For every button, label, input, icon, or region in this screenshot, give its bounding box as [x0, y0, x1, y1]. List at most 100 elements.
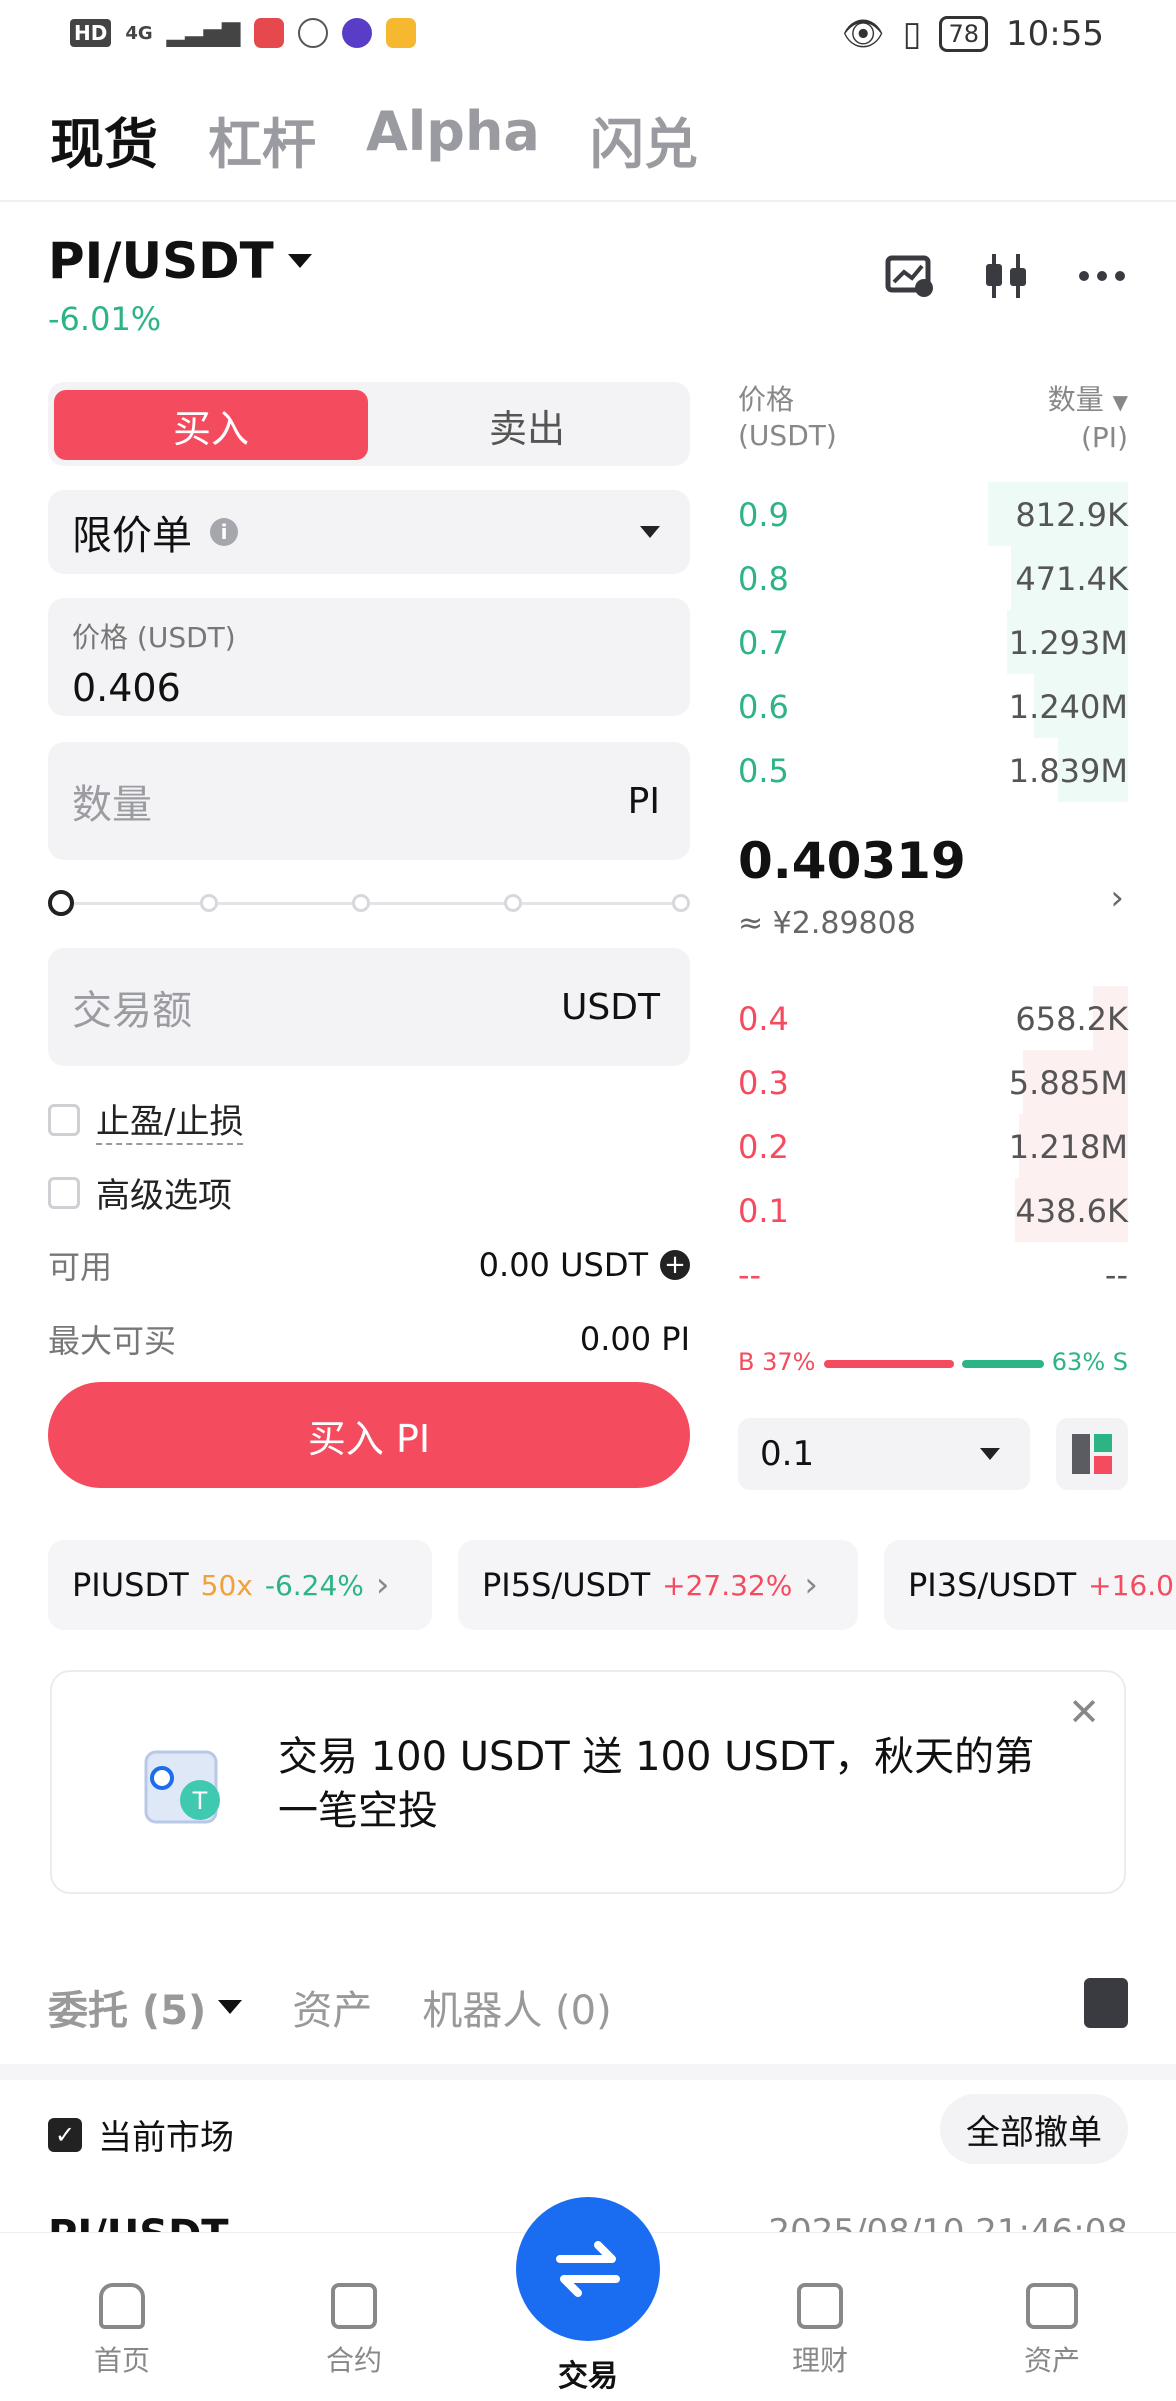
- ask-row[interactable]: 0.7 1.293M: [738, 610, 1128, 674]
- ask-row[interactable]: 0.9 812.9K: [738, 482, 1128, 546]
- promo-gift-icon: T: [128, 1738, 248, 1838]
- tab-alpha[interactable]: Alpha: [366, 100, 540, 179]
- nav-trade[interactable]: [516, 2197, 660, 2341]
- bid-row[interactable]: -- --: [738, 1242, 1128, 1306]
- related-pair-chip[interactable]: PI5S/USDT +27.32% ›: [458, 1540, 858, 1630]
- available-row: 可用 0.00 USDT +: [48, 1242, 690, 1288]
- layout-toggle-icon[interactable]: [1056, 1418, 1128, 1490]
- ask-price: 0.7: [738, 624, 789, 662]
- price-input[interactable]: 价格 (USDT) 0.406: [48, 598, 690, 716]
- cancel-all-button[interactable]: 全部撤单: [940, 2094, 1128, 2164]
- qty-col-header[interactable]: 数量 ▼ (PI): [1048, 382, 1128, 456]
- ask-qty: 471.4K: [1015, 560, 1128, 598]
- hd-icon: HD: [70, 19, 112, 47]
- quantity-input[interactable]: 数量 PI: [48, 742, 690, 860]
- related-pair-change: +16.0: [1088, 1568, 1174, 1602]
- caret-down-icon: [287, 254, 312, 268]
- ask-qty: 1.839M: [1008, 752, 1128, 790]
- slider-tick-25[interactable]: [200, 894, 218, 912]
- bid-row[interactable]: 0.2 1.218M: [738, 1114, 1128, 1178]
- bid-qty: 1.218M: [1008, 1128, 1128, 1166]
- tpsl-checkbox[interactable]: [48, 1103, 80, 1136]
- price-value[interactable]: 0.406: [72, 666, 666, 710]
- advanced-checkbox[interactable]: [48, 1176, 80, 1209]
- precision-select[interactable]: 0.1: [738, 1418, 1030, 1490]
- tpsl-label: 止盈/止损: [96, 1094, 244, 1145]
- close-icon[interactable]: ✕: [1068, 1690, 1100, 1734]
- advanced-option[interactable]: 高级选项: [48, 1168, 232, 1217]
- tab-orders[interactable]: 委托 (5): [48, 1978, 243, 2036]
- bid-row[interactable]: 0.3 5.885M: [738, 1050, 1128, 1114]
- pair-name: PI/USDT: [48, 232, 274, 290]
- order-type-select[interactable]: 限价单 i: [48, 490, 690, 574]
- chevron-right-icon: ›: [804, 1565, 818, 1605]
- slider-tick-75[interactable]: [504, 894, 522, 912]
- caret-down-icon: ▼: [1112, 390, 1128, 414]
- amount-slider[interactable]: [48, 888, 690, 918]
- bid-row[interactable]: 0.1 438.6K: [738, 1178, 1128, 1242]
- current-market-filter[interactable]: ✓ 当前市场: [48, 2110, 234, 2159]
- nav-earn[interactable]: 理财: [750, 2283, 890, 2379]
- bid-row[interactable]: 0.4 658.2K: [738, 986, 1128, 1050]
- bid-price: 0.1: [738, 1192, 789, 1230]
- svg-text:T: T: [192, 1787, 208, 1815]
- quantity-placeholder: 数量: [72, 782, 152, 828]
- tab-convert[interactable]: 闪兑: [590, 100, 698, 179]
- tab-assets[interactable]: 资产: [292, 1978, 372, 2036]
- sell-tab[interactable]: 卖出: [370, 390, 684, 460]
- chart-settings-icon[interactable]: [884, 250, 936, 302]
- mail-icon: [386, 18, 417, 48]
- nav-futures[interactable]: 合约: [284, 2283, 424, 2379]
- related-pair-name: PI3S/USDT: [908, 1566, 1077, 1604]
- tab-spot[interactable]: 现货: [50, 100, 158, 179]
- chevron-right-icon[interactable]: ›: [1110, 878, 1124, 918]
- qty-col-header-text: 数量: [1047, 383, 1104, 416]
- max-buy-label: 最大可买: [48, 1322, 177, 1360]
- ask-price: 0.9: [738, 496, 789, 534]
- checkbox-checked-icon[interactable]: ✓: [48, 2117, 82, 2152]
- nav-home[interactable]: 首页: [52, 2283, 192, 2379]
- last-price-cny: ≈ ¥2.89808: [738, 906, 916, 941]
- candlestick-icon[interactable]: [980, 250, 1032, 302]
- orderbook-header: 价格 (USDT) 数量 ▼ (PI): [738, 382, 1128, 454]
- slider-tick-50[interactable]: [352, 894, 370, 912]
- clock: 10:55: [1006, 14, 1104, 54]
- related-pair-chip[interactable]: PI3S/USDT +16.0: [884, 1540, 1176, 1630]
- price-label: 价格 (USDT): [72, 621, 236, 654]
- buy-submit-button[interactable]: 买入 PI: [48, 1382, 690, 1488]
- home-icon: [99, 2283, 145, 2329]
- chevron-right-icon: ›: [375, 1565, 390, 1605]
- amount-unit: USDT: [561, 986, 660, 1028]
- ask-row[interactable]: 0.5 1.839M: [738, 738, 1128, 802]
- more-icon[interactable]: [1076, 250, 1128, 302]
- status-right: 👁 ▯ 78 10:55: [842, 14, 1104, 54]
- related-pair-chip[interactable]: PIUSDT 50x -6.24% ›: [48, 1540, 432, 1630]
- nav-assets[interactable]: 资产: [982, 2283, 1122, 2379]
- slider-knob[interactable]: [48, 890, 74, 916]
- promo-banner[interactable]: T 交易 100 USDT 送 100 USDT，秋天的第一笔空投 ✕: [50, 1670, 1126, 1894]
- caret-down-icon: [218, 2000, 243, 2014]
- ask-row[interactable]: 0.8 471.4K: [738, 546, 1128, 610]
- tab-bots[interactable]: 机器人 (0): [422, 1978, 611, 2036]
- bottom-nav: 首页 合约 交易 理财 资产: [0, 2197, 1176, 2401]
- tpsl-option[interactable]: 止盈/止损: [48, 1094, 244, 1145]
- pair-selector[interactable]: PI/USDT: [48, 232, 312, 290]
- related-pair-leverage: 50x: [200, 1568, 253, 1602]
- advanced-label: 高级选项: [96, 1176, 232, 1216]
- info-icon[interactable]: i: [210, 518, 238, 546]
- buy-tab[interactable]: 买入: [54, 390, 368, 460]
- slider-tick-100[interactable]: [672, 894, 690, 912]
- plus-icon[interactable]: +: [660, 1250, 690, 1280]
- tab-margin[interactable]: 杠杆: [208, 100, 316, 179]
- amount-input[interactable]: 交易额 USDT: [48, 948, 690, 1066]
- last-price: 0.40319: [738, 832, 966, 890]
- section-divider: [0, 2064, 1176, 2080]
- ask-row[interactable]: 0.6 1.240M: [738, 674, 1128, 738]
- vibrate-icon: ▯: [902, 14, 922, 54]
- qty-col-header-1: 数量 ▼: [1048, 382, 1128, 420]
- trade-mode-tabs: 现货 杠杆 Alpha 闪兑: [50, 100, 698, 179]
- header-actions: [884, 250, 1128, 302]
- nav-home-label: 首页: [93, 2344, 150, 2377]
- futures-chart-icon: [331, 2283, 377, 2329]
- order-history-icon[interactable]: [1084, 1978, 1128, 2028]
